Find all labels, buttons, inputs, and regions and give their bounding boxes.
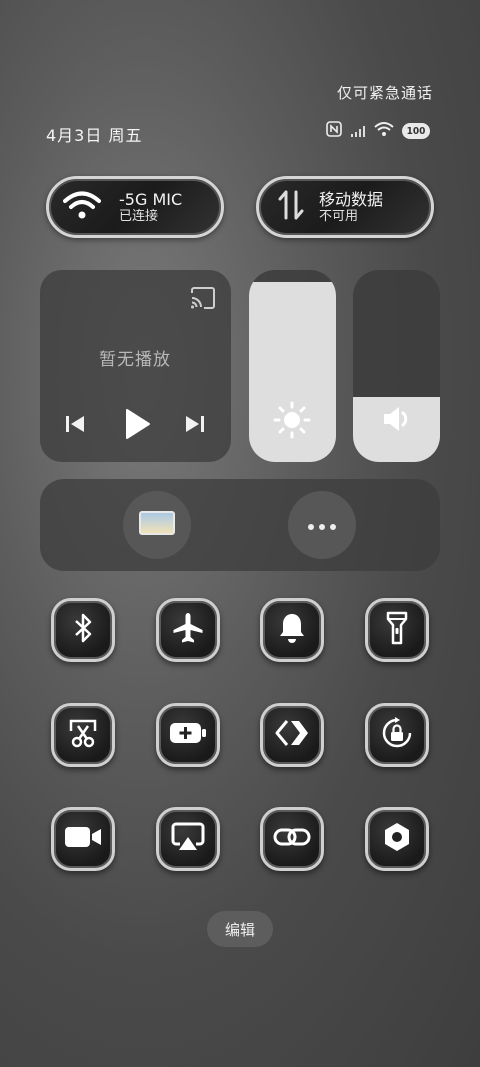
edit-button[interactable]: 编辑 bbox=[207, 911, 273, 947]
emergency-call-text: 仅可紧急通话 bbox=[336, 84, 433, 102]
card-icon bbox=[139, 511, 175, 539]
link-icon bbox=[273, 824, 311, 854]
wifi-network-name: -5G MIC bbox=[119, 189, 183, 209]
play-icon[interactable] bbox=[123, 408, 151, 444]
video-camera-icon bbox=[64, 825, 102, 853]
shortcut-panel bbox=[40, 479, 440, 571]
battery-indicator: 100 bbox=[402, 123, 430, 139]
screen-cast-toggle[interactable] bbox=[156, 807, 220, 871]
wallet-button[interactable] bbox=[123, 491, 191, 559]
status-icons: 100 bbox=[326, 121, 430, 141]
next-icon[interactable] bbox=[184, 414, 206, 438]
more-dots-icon bbox=[307, 516, 337, 535]
media-status: 暂无播放 bbox=[99, 350, 171, 370]
previous-icon[interactable] bbox=[64, 414, 86, 438]
rotation-lock-toggle[interactable] bbox=[365, 703, 429, 767]
wifi-status: 已连接 bbox=[119, 208, 159, 224]
link-toggle[interactable] bbox=[260, 807, 324, 871]
battery-saver-toggle[interactable] bbox=[156, 703, 220, 767]
bluetooth-icon bbox=[71, 612, 95, 648]
rotate-lock-icon bbox=[380, 716, 414, 754]
flashlight-icon bbox=[385, 611, 409, 649]
volume-slider[interactable] bbox=[353, 270, 440, 462]
wifi-icon bbox=[63, 190, 101, 224]
mobile-data-status: 不可用 bbox=[319, 208, 359, 224]
mobile-data-label: 移动数据 bbox=[319, 189, 384, 209]
nfc-icon bbox=[326, 121, 342, 141]
airplane-icon bbox=[171, 611, 205, 649]
signal-icon bbox=[350, 122, 366, 141]
wifi-toggle[interactable]: -5G MIC 已连接 bbox=[46, 176, 224, 238]
scissors-icon bbox=[67, 717, 99, 753]
settings-toggle[interactable] bbox=[365, 807, 429, 871]
mobile-data-icon bbox=[277, 188, 305, 226]
arrows-icon bbox=[275, 718, 309, 752]
screenshot-toggle[interactable] bbox=[51, 703, 115, 767]
hexagon-icon bbox=[381, 821, 413, 857]
wifi-status-icon bbox=[374, 121, 394, 141]
battery-plus-icon bbox=[169, 722, 207, 748]
screen-record-toggle[interactable] bbox=[51, 807, 115, 871]
brightness-slider[interactable] bbox=[249, 270, 336, 462]
transfer-toggle[interactable] bbox=[260, 703, 324, 767]
speaker-icon bbox=[381, 403, 413, 439]
ring-mode-toggle[interactable] bbox=[260, 598, 324, 662]
cast-icon[interactable] bbox=[190, 287, 216, 313]
bell-icon bbox=[277, 611, 307, 649]
mobile-data-toggle[interactable]: 移动数据 不可用 bbox=[256, 176, 434, 238]
more-button[interactable] bbox=[288, 491, 356, 559]
sun-icon bbox=[273, 401, 311, 443]
airplane-mode-toggle[interactable] bbox=[156, 598, 220, 662]
flashlight-toggle[interactable] bbox=[365, 598, 429, 662]
screen-cast-icon bbox=[171, 822, 205, 856]
bluetooth-toggle[interactable] bbox=[51, 598, 115, 662]
date-text: 4月3日 周五 bbox=[46, 126, 143, 145]
